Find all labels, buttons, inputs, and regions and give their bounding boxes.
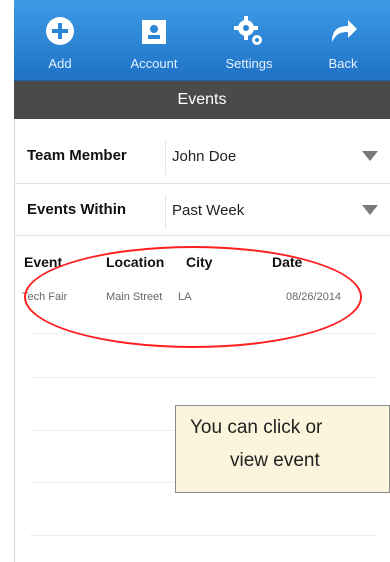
plus-circle-icon [46,17,74,45]
team-member-value: John Doe [172,148,237,165]
events-within-label: Events Within [27,201,127,218]
back-button[interactable]: Back [303,0,383,80]
row-divider [30,377,376,378]
back-arrow-icon [332,20,357,42]
back-label: Back [328,56,358,71]
account-card-icon [142,20,166,44]
team-member-select[interactable]: John Doe [165,141,390,175]
divider [15,235,390,236]
tooltip-callout: You can click or view event [175,405,390,493]
settings-button[interactable]: Settings [209,0,289,80]
add-button[interactable]: Add [20,0,100,80]
page-title: Events [14,81,390,119]
add-label: Add [48,56,72,71]
callout-line-2: view event [230,450,320,471]
account-button[interactable]: Account [114,0,194,80]
chevron-down-icon [362,205,378,215]
app-screen: Add Account Settings Back Events Team Me… [0,0,390,562]
events-within-filter: Events Within Past Week [15,185,390,233]
events-within-value: Past Week [172,202,245,219]
team-member-label: Team Member [27,147,127,164]
settings-label: Settings [225,56,273,71]
team-member-filter: Team Member John Doe [15,131,390,179]
account-label: Account [130,56,178,71]
events-within-select[interactable]: Past Week [165,195,390,229]
callout-line-1: You can click or [190,417,323,438]
gears-icon [234,16,262,45]
chevron-down-icon [362,151,378,161]
top-toolbar: Add Account Settings Back [14,0,390,81]
row-divider [30,535,376,536]
divider [15,183,390,184]
annotation-ellipse [24,246,362,348]
